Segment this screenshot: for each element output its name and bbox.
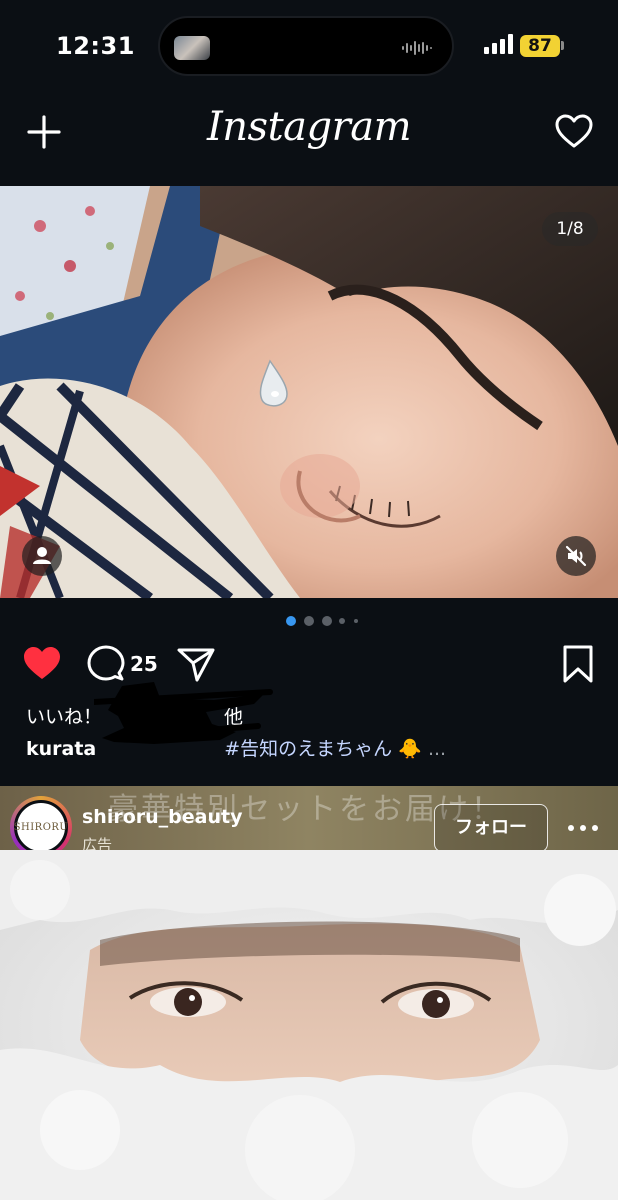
carousel-dot — [304, 616, 314, 626]
instagram-feed-screen: 12:31 87 Instagram 1/8 25 いいね！ 他 kurata … — [0, 0, 618, 1200]
status-bar: 12:31 87 — [0, 0, 618, 92]
sleeping-child-photo — [0, 186, 618, 598]
caption-emoji: 🐥 — [398, 738, 422, 760]
bookmark-icon[interactable] — [558, 644, 598, 684]
comment-icon[interactable] — [86, 644, 126, 684]
mute-button[interactable] — [556, 536, 596, 576]
carousel-dot — [354, 619, 358, 623]
ad-account-avatar[interactable]: SHIRORU — [10, 796, 72, 858]
ad-account-name[interactable]: shiroru_beauty — [82, 806, 242, 828]
share-send-icon[interactable] — [176, 644, 216, 684]
caption-more-link[interactable]: ... — [428, 738, 446, 760]
app-header: Instagram — [0, 92, 618, 172]
carousel-dot — [339, 618, 345, 624]
battery-nub — [561, 41, 564, 50]
heart-outline-icon[interactable] — [554, 112, 594, 152]
person-icon — [33, 547, 51, 564]
redaction-scribble — [94, 682, 273, 744]
now-playing-thumbnail — [174, 36, 210, 60]
comment-count: 25 — [130, 652, 158, 676]
cellular-signal-icon — [484, 34, 513, 54]
carousel-dot — [322, 616, 332, 626]
brand-logo: SHIRORU — [14, 800, 68, 854]
heart-filled-icon[interactable] — [22, 644, 62, 684]
carousel-dot-active — [286, 616, 296, 626]
follow-button[interactable]: フォロー — [434, 804, 548, 852]
battery-indicator: 87 — [520, 35, 560, 57]
ad-image[interactable] — [0, 850, 618, 1200]
media-counter-badge: 1/8 — [542, 212, 598, 246]
tagged-people-button[interactable] — [22, 536, 62, 576]
more-options-icon[interactable] — [566, 816, 600, 840]
face-in-foam-photo — [0, 850, 618, 1200]
post-action-bar: 25 — [0, 640, 618, 688]
status-time: 12:31 — [56, 32, 135, 60]
carousel-indicator — [286, 615, 366, 627]
dynamic-island[interactable] — [158, 16, 454, 76]
post-image[interactable] — [0, 186, 618, 598]
speaker-muted-icon — [565, 545, 587, 567]
instagram-logo[interactable]: Instagram — [0, 104, 618, 150]
caption-username[interactable]: kurata — [26, 738, 96, 760]
likes-prefix: いいね！ — [26, 706, 103, 728]
audio-waveform-icon — [402, 41, 432, 55]
